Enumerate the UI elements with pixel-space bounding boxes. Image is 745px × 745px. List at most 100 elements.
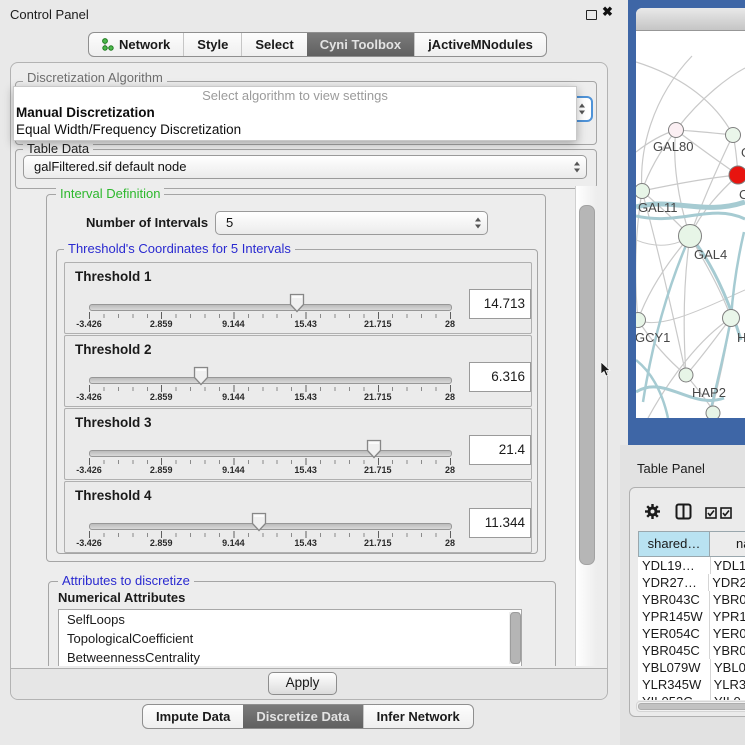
- mouse-cursor: [601, 362, 612, 377]
- cell-name[interactable]: YIL0: [710, 693, 741, 700]
- control-panel-title: Control Panel: [10, 7, 89, 22]
- slider-thumb[interactable]: [193, 366, 209, 386]
- number-of-intervals-combobox[interactable]: 5: [215, 211, 488, 235]
- attribute-list-item[interactable]: BetweennessCentrality: [59, 648, 521, 666]
- apply-button[interactable]: Apply: [268, 672, 337, 695]
- network-node[interactable]: [706, 406, 720, 418]
- threshold-slider-track[interactable]: [89, 377, 452, 384]
- node-label: C: [739, 187, 745, 202]
- application-window: Control Panel ✖ NetworkStyleSelect Cyni T…: [0, 0, 745, 745]
- table-data-combobox[interactable]: galFiltered.sif default node: [23, 155, 587, 179]
- tab-style[interactable]: Style: [183, 33, 241, 56]
- node-label: GCY1: [636, 330, 670, 345]
- tab-jactivemnodules[interactable]: jActiveMNodules: [414, 33, 546, 56]
- cell-shared-name[interactable]: YBR043C: [638, 591, 709, 608]
- network-node-gal11[interactable]: [636, 184, 650, 199]
- tick-label: 28: [445, 319, 455, 329]
- discretization-algorithm-label: Discretization Algorithm: [23, 71, 167, 85]
- hscrollbar-thumb[interactable]: [638, 703, 745, 710]
- threshold-slider-track[interactable]: [89, 304, 452, 311]
- cell-name[interactable]: YBL0: [710, 659, 745, 676]
- cell-name[interactable]: YDL1: [710, 557, 745, 574]
- dropdown-item-equal-width-frequency-discretization[interactable]: Equal Width/Frequency Discretization: [14, 121, 576, 138]
- cell-shared-name[interactable]: YPR145W: [638, 608, 709, 625]
- numerical-attributes-list[interactable]: SelfLoopsTopologicalCoefficientBetweenne…: [58, 609, 522, 666]
- network-node-ga[interactable]: [726, 128, 741, 143]
- table-row[interactable]: YDR27…YDR2: [638, 574, 745, 591]
- table-row[interactable]: YLR345WYLR3: [638, 676, 745, 693]
- network-graph: GAL80GACGAL11GAL4GCY1HHAP2: [636, 31, 745, 418]
- cell-shared-name[interactable]: YDR27…: [638, 574, 708, 591]
- table-row[interactable]: YBL079WYBL0: [638, 659, 745, 676]
- cell-name[interactable]: YBR0: [709, 642, 745, 659]
- column-header-shared-[interactable]: shared…: [638, 531, 710, 557]
- scrollbar-thumb[interactable]: [579, 205, 595, 565]
- tick-label: -3.426: [76, 319, 102, 329]
- tick-label: 2.859: [150, 465, 173, 475]
- tick-label: 9.144: [222, 319, 245, 329]
- close-panel-icon[interactable]: ✖: [602, 4, 613, 20]
- cell-shared-name[interactable]: YIL052C: [638, 693, 710, 700]
- table-row[interactable]: YDL19…YDL1: [638, 557, 745, 574]
- cell-name[interactable]: YPR1: [709, 608, 745, 625]
- checkbox-icon[interactable]: [705, 507, 717, 519]
- network-node-gcy1[interactable]: [636, 313, 646, 328]
- checkbox-icon[interactable]: [720, 507, 732, 519]
- attribute-list-item[interactable]: SelfLoops: [59, 610, 521, 629]
- cell-name[interactable]: YBR0: [709, 591, 745, 608]
- node-label: GAL80: [653, 139, 693, 154]
- float-window-icon[interactable]: [586, 10, 597, 20]
- column-header-name[interactable]: name: [710, 531, 745, 557]
- cell-name[interactable]: YDR2: [708, 574, 745, 591]
- gear-icon[interactable]: [644, 503, 661, 520]
- table-row[interactable]: YER054CYER0: [638, 625, 745, 642]
- table-row[interactable]: YBR043CYBR0: [638, 591, 745, 608]
- table-row[interactable]: YBR045CYBR0: [638, 642, 745, 659]
- threshold-label: Threshold 1: [75, 269, 152, 284]
- cell-shared-name[interactable]: YER054C: [638, 625, 709, 642]
- threshold-value-field[interactable]: 21.4: [469, 435, 531, 465]
- table-row[interactable]: YPR145WYPR1: [638, 608, 745, 625]
- cell-shared-name[interactable]: YBR045C: [638, 642, 709, 659]
- network-window-titlebar[interactable]: [636, 8, 745, 31]
- table-hscrollbar[interactable]: [636, 701, 745, 712]
- threshold-slider-track[interactable]: [89, 523, 452, 530]
- network-node-hap2[interactable]: [679, 368, 693, 382]
- number-of-intervals-value: 5: [226, 215, 233, 230]
- threshold-value-field[interactable]: 11.344: [469, 508, 531, 538]
- numerical-attributes-label: Numerical Attributes: [58, 590, 185, 605]
- tab-network[interactable]: Network: [89, 33, 183, 56]
- attribute-list-item[interactable]: TopologicalCoefficient: [59, 629, 521, 648]
- cell-shared-name[interactable]: YBL079W: [638, 659, 710, 676]
- cell-shared-name[interactable]: YLR345W: [638, 676, 710, 693]
- settings-scrollbar[interactable]: [575, 186, 597, 666]
- attributes-scrollbar[interactable]: [509, 612, 520, 664]
- cyni-bottom-tabbar: Impute DataDiscretize DataInfer Network: [142, 704, 474, 729]
- tab-label: Cyni Toolbox: [320, 37, 401, 52]
- threshold-value-field[interactable]: 6.316: [469, 362, 531, 392]
- slider-thumb[interactable]: [366, 439, 382, 459]
- dropdown-item-manual-discretization[interactable]: Manual Discretization: [14, 104, 576, 121]
- table-row[interactable]: YIL052CYIL0: [638, 693, 745, 700]
- network-icon: [102, 38, 114, 51]
- tab-select[interactable]: Select: [241, 33, 306, 56]
- cell-shared-name[interactable]: YDL19…: [638, 557, 710, 574]
- network-node-h[interactable]: [723, 310, 740, 327]
- network-node-c[interactable]: [729, 166, 745, 184]
- tab-infer-network[interactable]: Infer Network: [363, 705, 473, 728]
- network-canvas[interactable]: GAL80GACGAL11GAL4GCY1HHAP2: [636, 31, 745, 418]
- tab-impute-data[interactable]: Impute Data: [143, 705, 243, 728]
- node-label: GA: [741, 145, 745, 160]
- network-node-gal80[interactable]: [669, 123, 684, 138]
- threshold-slider-track[interactable]: [89, 450, 452, 457]
- network-edge: [638, 320, 686, 375]
- slider-thumb[interactable]: [289, 293, 305, 313]
- cell-name[interactable]: YER0: [709, 625, 745, 642]
- split-columns-icon[interactable]: [675, 503, 692, 520]
- network-node-gal4[interactable]: [679, 225, 702, 248]
- slider-thumb[interactable]: [251, 512, 267, 532]
- tab-cyni-toolbox[interactable]: Cyni Toolbox: [307, 33, 414, 56]
- threshold-value-field[interactable]: 14.713: [469, 289, 531, 319]
- tab-discretize-data[interactable]: Discretize Data: [243, 705, 362, 728]
- cell-name[interactable]: YLR3: [710, 676, 745, 693]
